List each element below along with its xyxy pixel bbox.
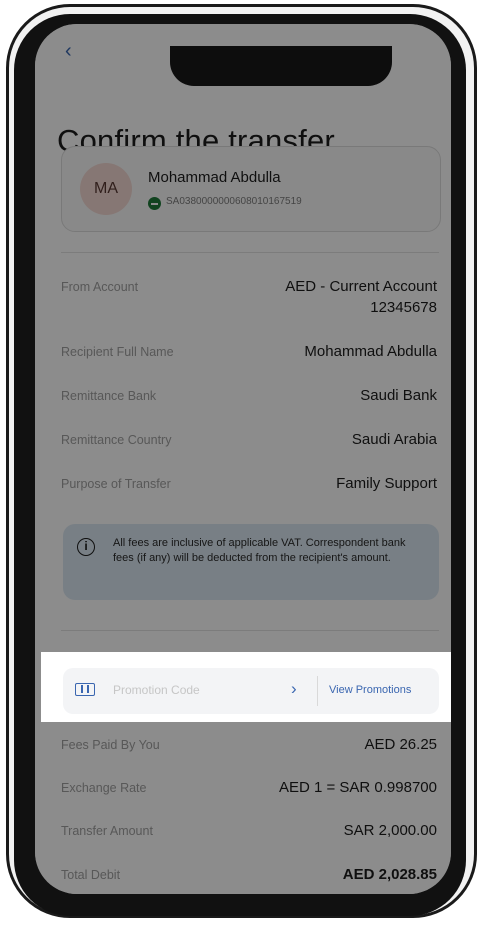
from-account-type: AED - Current Account — [285, 278, 437, 295]
saudi-flag-icon — [148, 197, 161, 210]
promotion-code-placeholder: Promotion Code — [113, 683, 200, 697]
phone-screen: ‹ Confirm the transfer MA Mohammad Abdul… — [35, 24, 451, 894]
remittance-country-label: Remittance Country — [61, 433, 172, 447]
ticket-icon — [75, 683, 95, 696]
transfer-amount-value: SAR 2,000.00 — [343, 822, 437, 839]
view-promotions-link[interactable]: View Promotions — [329, 684, 411, 696]
exchange-rate-label: Exchange Rate — [61, 781, 147, 795]
confirm-transfer-page: ‹ Confirm the transfer MA Mohammad Abdul… — [35, 24, 451, 894]
fees-value: AED 26.25 — [364, 736, 437, 753]
device-notch — [170, 46, 392, 86]
recipient-card: MA Mohammad Abdulla SA038000000060801016… — [61, 146, 441, 232]
recipient-full-name-value: Mohammad Abdulla — [304, 343, 437, 360]
vat-info-text: All fees are inclusive of applicable VAT… — [113, 537, 406, 564]
divider — [317, 676, 318, 706]
chevron-right-icon[interactable]: › — [291, 679, 297, 699]
back-chevron-icon[interactable]: ‹ — [65, 40, 72, 63]
transfer-amount-label: Transfer Amount — [61, 824, 153, 838]
promotion-highlight-band: Promotion Code › View Promotions — [41, 652, 451, 722]
info-icon: i — [77, 538, 95, 556]
from-account-number: 12345678 — [370, 299, 437, 316]
divider — [61, 630, 439, 631]
from-account-value: AED - Current Account 12345678 — [285, 276, 437, 318]
avatar: MA — [80, 163, 132, 215]
promotion-code-field[interactable]: Promotion Code › View Promotions — [63, 668, 439, 714]
recipient-name: Mohammad Abdulla — [148, 169, 281, 186]
recipient-full-name-label: Recipient Full Name — [61, 345, 174, 359]
remittance-bank-value: Saudi Bank — [360, 387, 437, 404]
recipient-iban: SA0380000000608010167519 — [166, 196, 302, 207]
purpose-value: Family Support — [336, 475, 437, 492]
fees-label: Fees Paid By You — [61, 738, 160, 752]
vat-info-box: i All fees are inclusive of applicable V… — [63, 524, 439, 600]
divider — [61, 252, 439, 253]
purpose-label: Purpose of Transfer — [61, 477, 171, 491]
remittance-bank-label: Remittance Bank — [61, 389, 157, 403]
total-debit-value: AED 2,028.85 — [342, 866, 437, 883]
exchange-rate-value: AED 1 = SAR 0.998700 — [278, 779, 437, 796]
remittance-country-value: Saudi Arabia — [351, 431, 437, 448]
total-debit-label: Total Debit — [61, 868, 121, 882]
from-account-label: From Account — [61, 280, 139, 294]
